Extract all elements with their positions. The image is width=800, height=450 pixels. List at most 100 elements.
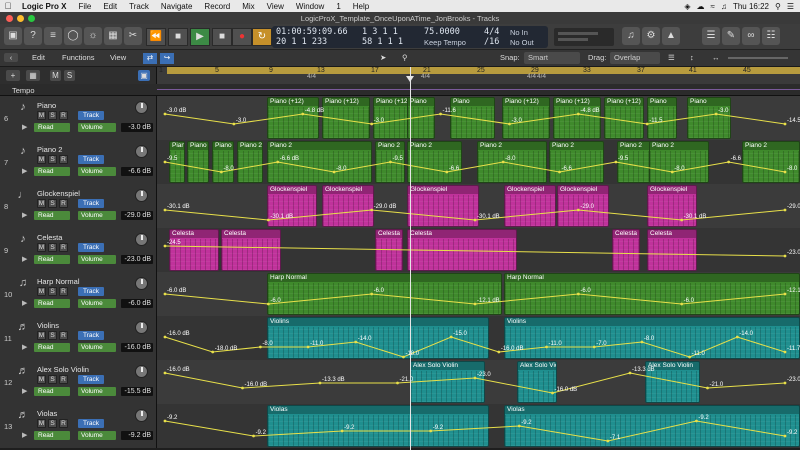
track-header[interactable]: 7 ♪ Piano 2 M S R Track ▶ Read Volume -6… — [0, 140, 157, 184]
region[interactable]: Piano — [407, 97, 435, 139]
mixer-icon[interactable]: ▦ — [104, 27, 122, 45]
view-menu[interactable]: View — [110, 53, 126, 62]
solo-button[interactable]: S — [48, 111, 57, 120]
region[interactable]: Piano — [647, 97, 677, 139]
track-lane[interactable]: Piano (+12) Piano (+12) Piano (+12) Pian… — [157, 96, 800, 140]
pan-knob[interactable] — [135, 233, 148, 246]
region[interactable]: Piano 2 — [742, 141, 800, 183]
region[interactable]: Piano (+12) — [604, 97, 644, 139]
automation-mode-select[interactable]: Read — [34, 211, 70, 220]
mute-button[interactable]: M — [37, 111, 46, 120]
piano-icon[interactable]: ♪ — [16, 100, 30, 114]
menu-1[interactable]: 1 — [330, 2, 346, 11]
region[interactable]: Piano 2 — [407, 141, 462, 183]
zoom-window-button[interactable] — [28, 15, 35, 22]
violin-icon[interactable]: ♬ — [16, 320, 30, 334]
menu-list-icon[interactable]: ☰ — [787, 2, 794, 11]
region[interactable]: Piano (+12) — [267, 97, 319, 139]
track-row[interactable]: 6 ♪ Piano M S R Track ▶ Read Volume -3.0… — [0, 96, 800, 140]
automation-parameter-select[interactable]: Volume — [78, 299, 116, 308]
automation-value[interactable]: -23.0 dB — [121, 255, 153, 264]
track-lane[interactable]: Celesta Celesta Celesta Celesta Celesta … — [157, 228, 800, 272]
region[interactable]: Alex Solo Violin — [410, 361, 485, 403]
automation-parameter-select[interactable]: Volume — [78, 387, 116, 396]
automation-mode-select[interactable]: Read — [34, 387, 70, 396]
pan-knob[interactable] — [135, 277, 148, 290]
pan-knob[interactable] — [135, 101, 148, 114]
record-enable-button[interactable]: R — [59, 155, 68, 164]
region[interactable]: Violins — [504, 317, 800, 359]
region[interactable]: Piano — [450, 97, 495, 139]
playhead[interactable] — [410, 67, 411, 450]
automation-value[interactable]: -16.0 dB — [121, 343, 153, 352]
automation-track-select[interactable]: Track — [78, 419, 104, 428]
apple-menu-icon[interactable]:  — [0, 1, 16, 11]
region[interactable]: Piano 2 — [549, 141, 604, 183]
disclosure-triangle-icon[interactable]: ▶ — [22, 211, 27, 219]
automation-track-select[interactable]: Track — [78, 331, 104, 340]
help-icon[interactable]: ? — [24, 27, 42, 45]
region[interactable]: Violins — [267, 317, 489, 359]
track-row[interactable]: 11 ♬ Violins M S R Track ▶ Read Volume -… — [0, 316, 800, 360]
bar-ruler[interactable]: 1 5 9 13 17 21 25 29 33 37 41 45 4/4 4/4 4/4 4/4 — [157, 67, 800, 84]
mute-button[interactable]: M — [37, 155, 46, 164]
automation-parameter-select[interactable]: Volume — [78, 255, 116, 264]
region[interactable]: Piano (+12) — [502, 97, 550, 139]
region[interactable]: Celesta — [375, 229, 403, 271]
cycle-button[interactable]: ↻ — [252, 28, 272, 46]
pan-knob[interactable] — [135, 409, 148, 422]
cpu-meter[interactable] — [554, 28, 614, 46]
automation-value[interactable]: -6.6 dB — [121, 167, 153, 176]
track-name[interactable]: Harp Normal — [37, 277, 80, 286]
region[interactable]: Pian — [169, 141, 185, 183]
track-name[interactable]: Glockenspiel — [37, 189, 80, 198]
automation-value[interactable]: -9.2 dB — [121, 431, 153, 440]
inspector-icon[interactable]: ◯ — [64, 27, 82, 45]
solo-button[interactable]: S — [48, 199, 57, 208]
track-row[interactable]: 9 ♪ Celesta M S R Track ▶ Read Volume -2… — [0, 228, 800, 272]
record-button[interactable]: ● — [232, 28, 252, 46]
solo-button[interactable]: S — [48, 375, 57, 384]
minimize-window-button[interactable] — [17, 15, 24, 22]
region[interactable]: Glockenspiel — [504, 185, 556, 227]
region[interactable]: Violas — [504, 405, 800, 447]
automation-parameter-select[interactable]: Volume — [78, 211, 116, 220]
track-lane[interactable]: Violas Violas — [157, 404, 800, 448]
automation-value[interactable]: -29.0 dB — [121, 211, 153, 220]
region[interactable]: Piano (+12) — [553, 97, 601, 139]
region[interactable]: Piano 2 — [237, 141, 263, 183]
list-editors-icon[interactable]: ☰ — [702, 27, 720, 45]
wifi-icon[interactable]: ≈ — [711, 2, 715, 11]
track-lane[interactable]: Alex Solo Violin Alex Solo Violin Alex S… — [157, 360, 800, 404]
region[interactable]: Glockenspiel — [322, 185, 374, 227]
menu-help[interactable]: Help — [347, 2, 375, 11]
library-icon[interactable]: ▣ — [4, 27, 22, 45]
disclosure-triangle-icon[interactable]: ▶ — [22, 123, 27, 131]
track-name[interactable]: Alex Solo Violin — [37, 365, 89, 374]
record-enable-button[interactable]: R — [59, 243, 68, 252]
edit-menu[interactable]: Edit — [32, 53, 45, 62]
disclosure-triangle-icon[interactable]: ▶ — [22, 343, 27, 351]
automation-track-select[interactable]: Track — [78, 243, 104, 252]
region[interactable]: Piano 2 — [477, 141, 547, 183]
track-name[interactable]: Violas — [37, 409, 57, 418]
tempo-track[interactable]: Tempo — [0, 84, 800, 96]
playhead-handle[interactable] — [406, 76, 414, 82]
track-row[interactable]: 13 ♬ Violas M S R Track ▶ Read Volume -9… — [0, 404, 800, 448]
track-row[interactable]: 12 ♬ Alex Solo Violin M S R Track ▶ Read… — [0, 360, 800, 404]
global-tracks-icon[interactable]: ▣ — [138, 70, 150, 81]
track-name[interactable]: Celesta — [37, 233, 62, 242]
glock-icon[interactable]: ♩ — [16, 188, 30, 202]
region[interactable]: Alex Solo Violin — [517, 361, 557, 403]
track-lane[interactable]: Violins Violins — [157, 316, 800, 360]
lcd-signature[interactable]: 4/4 — [484, 27, 499, 37]
region[interactable]: Piano 2 — [212, 141, 234, 183]
notepad-icon[interactable]: ✎ — [722, 27, 740, 45]
track-name[interactable]: Violins — [37, 321, 59, 330]
track-header[interactable]: 10 ♫ Harp Normal M S R Track ▶ Read Volu… — [0, 272, 157, 316]
menu-window[interactable]: Window — [290, 2, 330, 11]
disclosure-triangle-icon[interactable]: ▶ — [22, 431, 27, 439]
track-header[interactable]: 13 ♬ Violas M S R Track ▶ Read Volume -9… — [0, 404, 157, 448]
metronome-icon[interactable]: ▲ — [662, 27, 680, 45]
region[interactable]: Celesta — [169, 229, 219, 271]
